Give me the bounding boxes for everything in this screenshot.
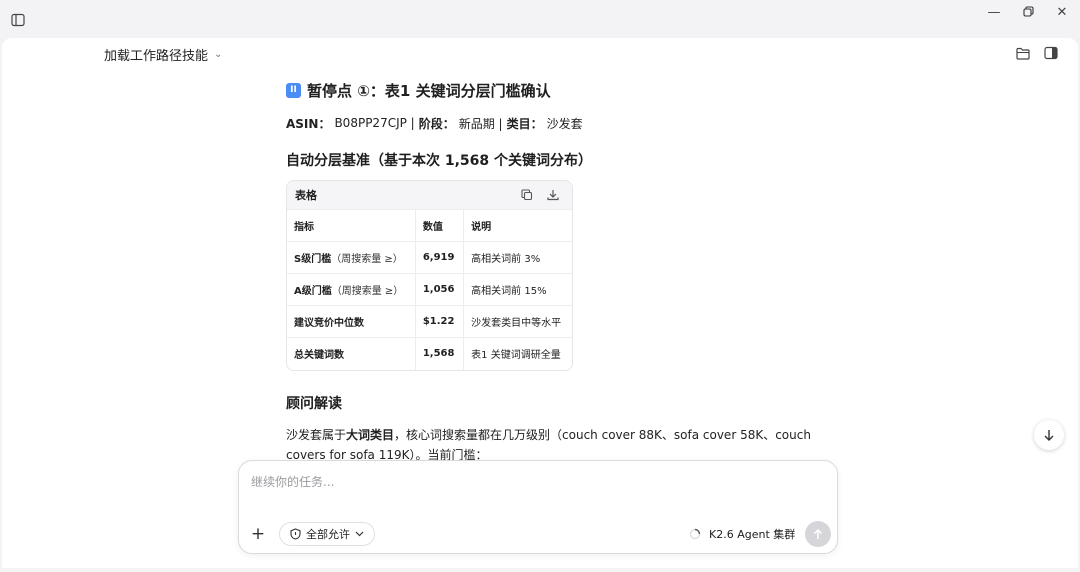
table-row: 总关键词数 1,568 表1 关键词调研全量 (287, 337, 572, 370)
cell-metric: 建议竞价中位数 (287, 305, 416, 338)
cell-value: 1,568 (414, 337, 464, 370)
add-attachment-button[interactable]: + (247, 523, 269, 545)
asin-meta-line: ASIN： B08PP27CJP | 阶段： 新品期 | 类目： 沙发套 (286, 114, 826, 132)
cell-desc: 高相关词前 15% (463, 273, 572, 306)
col-header-value: 数值 (414, 209, 464, 242)
cell-metric: 总关键词数 (287, 337, 416, 370)
message-content: II 暂停点 ①：表1 关键词分层门槛确认 ASIN： B08PP27CJP |… (286, 78, 826, 465)
working-path-label: 加载工作路径技能 (104, 48, 209, 64)
metric-name: S级门槛 (294, 254, 332, 265)
composer: + 全部允许 K2.6 Agent 集群 (238, 460, 838, 554)
col-header-metric: 指标 (287, 209, 416, 242)
agent-status: K2.6 Agent 集群 (689, 525, 795, 543)
stage-label: 阶段： (418, 116, 455, 131)
chevron-down-icon: ⌄ (214, 48, 223, 60)
table-card-header: 表格 (287, 181, 572, 209)
table-row: 建议竞价中位数 $1.22 沙发套类目中等水平 (287, 305, 572, 338)
category-value: 沙发套 (546, 116, 583, 131)
metric-name: A级门槛 (294, 286, 332, 297)
cell-metric: S级门槛（周搜索量 ≥） (287, 241, 416, 274)
cell-desc: 高相关词前 3% (463, 241, 572, 274)
advisor-paragraph: 沙发套属于大词类目，核心词搜索量都在几万级别（couch cover 88K、s… (286, 425, 826, 465)
main-panel: 加载工作路径技能 ⌄ II 暂停点 ①：表1 关键词分层门槛确认 ASIN： B… (2, 38, 1078, 568)
permission-label: 全部允许 (306, 528, 350, 541)
cell-metric: A级门槛（周搜索量 ≥） (287, 273, 416, 306)
table-row: A级门槛（周搜索量 ≥） 1,056 高相关词前 15% (287, 273, 572, 306)
minimize-button[interactable]: — (985, 4, 1003, 20)
metric-name: 建议竞价中位数 (294, 318, 364, 329)
chevron-down-icon (355, 531, 364, 537)
pause-icon: II (286, 82, 301, 98)
table-header-row: 指标 数值 说明 (287, 209, 572, 242)
pause-heading: II 暂停点 ①：表1 关键词分层门槛确认 (286, 78, 826, 102)
working-path-selector[interactable]: 加载工作路径技能 ⌄ (104, 44, 222, 64)
arrow-down-icon (1044, 430, 1054, 441)
scroll-down-button[interactable] (1034, 420, 1064, 450)
cell-value: 6,919 (414, 241, 464, 274)
col-header-desc: 说明 (463, 209, 572, 242)
restore-button[interactable] (1019, 4, 1037, 20)
cell-value: $1.22 (414, 305, 464, 338)
folder-icon[interactable] (1014, 44, 1032, 62)
category-label: 类目： (506, 116, 543, 131)
download-icon[interactable] (546, 188, 560, 202)
table-row: S级门槛（周搜索量 ≥） 6,919 高相关词前 3% (287, 241, 572, 274)
asin-label: ASIN： (286, 116, 331, 131)
table-card-title: 表格 (295, 189, 317, 202)
basis-heading: 自动分层基准（基于本次 1,568 个关键词分布） (286, 153, 593, 169)
threshold-table-card: 表格 指标 数值 说明 S级门槛（周搜索量 ≥） 6,919 高相关词前 3% … (286, 180, 573, 371)
asin-value: B08PP27CJP | (334, 116, 415, 130)
sidebar-toggle-icon[interactable] (10, 12, 26, 28)
send-button[interactable] (805, 521, 831, 547)
permission-selector[interactable]: 全部允许 (279, 522, 375, 546)
metric-name: 总关键词数 (294, 350, 344, 362)
threshold-table: 指标 数值 说明 S级门槛（周搜索量 ≥） 6,919 高相关词前 3% A级门… (287, 209, 572, 370)
metric-note: （周搜索量 ≥） (331, 286, 404, 297)
title-bar: — ✕ (0, 0, 1080, 38)
cell-value: 1,056 (414, 273, 464, 306)
right-panel-toggle-icon[interactable] (1042, 44, 1060, 62)
pause-title: 暂停点 ①：表1 关键词分层门槛确认 (307, 81, 551, 100)
para-prefix: 沙发套属于 (286, 427, 347, 442)
task-input[interactable] (251, 471, 821, 493)
loading-spinner-icon (689, 528, 701, 540)
cell-desc: 表1 关键词调研全量 (463, 337, 572, 370)
metric-note: （周搜索量 ≥） (331, 254, 403, 265)
agent-label: K2.6 Agent 集群 (709, 528, 796, 541)
cell-desc: 沙发套类目中等水平 (463, 305, 572, 338)
copy-icon[interactable] (520, 188, 534, 202)
arrow-up-icon (813, 528, 823, 539)
stage-value: 新品期 | (458, 116, 503, 131)
close-window-button[interactable]: ✕ (1053, 4, 1071, 20)
advisor-heading: 顾问解读 (286, 395, 342, 412)
para-bold: 大词类目 (346, 427, 395, 442)
shield-icon (290, 528, 301, 540)
